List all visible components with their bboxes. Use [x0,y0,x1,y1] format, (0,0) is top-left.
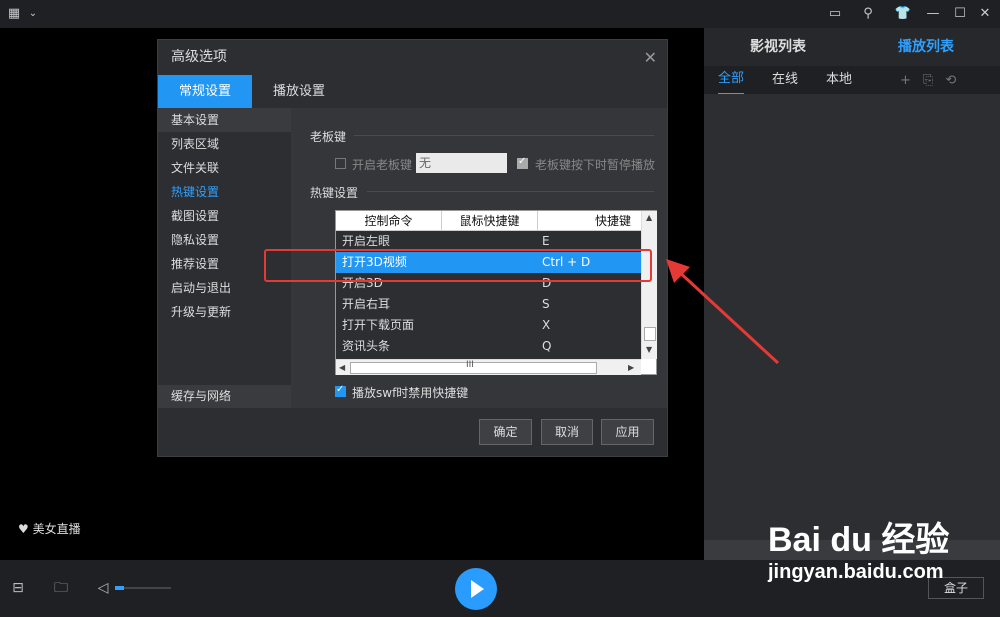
close-icon[interactable]: ✕ [976,5,994,23]
row-key: Q [542,339,552,353]
swf-checkbox[interactable] [335,384,346,397]
column-mouse[interactable]: 鼠标快捷键 [442,211,538,231]
apply-button[interactable]: 应用 [601,419,654,445]
toolbox-icon[interactable]: ⊟ [9,579,27,597]
table-row[interactable]: 开启右耳 S [336,294,641,315]
sidebar-item-cache[interactable]: 缓存与网络 [158,385,291,408]
column-shortcut[interactable]: 快捷键 [538,211,641,231]
tab-video-list[interactable]: 影视列表 [704,28,852,66]
subtab-online[interactable]: 在线 [772,66,798,94]
swf-label: 播放swf时禁用快捷键 [352,386,469,400]
tshirt-icon[interactable]: 👕 [894,5,912,23]
ok-button[interactable]: 确定 [479,419,532,445]
heart-icon: ♥ [18,522,29,536]
folder-icon[interactable]: 🗀 [52,579,70,597]
row-command: 打开下载页面 [342,318,415,332]
dialog-footer: 确定 取消 应用 [158,408,667,456]
boss-key-input[interactable]: 无 [416,153,507,173]
table-row[interactable]: 打开下载页面 X [336,315,641,336]
section-boss-key: 老板键 [310,130,347,144]
sidebar-item-basic[interactable]: 基本设置 [158,108,291,132]
cancel-button[interactable]: 取消 [541,419,593,445]
pause-checkbox[interactable] [517,156,528,169]
scroll-left-icon[interactable]: ◀ [339,363,345,372]
dialog-close-icon[interactable]: ✕ [644,40,657,75]
scroll-down-icon[interactable]: ▼ [646,345,652,354]
dialog-title: 高级选项 [171,49,227,65]
scroll-up-icon[interactable]: ▲ [646,213,652,222]
comment-icon[interactable]: ▭ [826,5,844,23]
row-key: S [542,297,550,311]
volume-level [115,586,124,590]
chevron-down-icon[interactable]: ⌄ [24,5,42,23]
boss-key-label: 开启老板键 [352,158,413,172]
watermark-logo: Bai du 经验 [768,521,950,559]
vertical-scroll-thumb[interactable] [644,327,656,341]
scroll-grip: III [466,360,474,370]
remove-file-icon[interactable]: ⎘ [923,73,933,88]
refresh-icon[interactable]: ⟲ [945,73,956,88]
row-command: 开启右耳 [342,297,391,311]
tab-play-list[interactable]: 播放列表 [852,28,1000,66]
beauty-live-link[interactable]: ♥ 美女直播 [18,520,81,537]
baidu-watermark: Bai du 经验 jingyan.baidu.com [768,512,949,584]
row-key: X [542,318,551,332]
horizontal-scroll-thumb[interactable]: III [350,360,597,374]
sidebar-item-screenshot[interactable]: 截图设置 [158,204,291,228]
maximize-icon[interactable]: ☐ [951,5,969,23]
title-bar: ▦ ⌄ ▭ ⚲ 👕 — ☐ ✕ [0,0,1000,28]
pause-label: 老板键按下时暂停播放 [535,158,656,172]
pin-icon[interactable]: ⚲ [859,5,877,23]
horizontal-scrollbar[interactable]: ◀ III ▶ [336,359,641,375]
sidebar-item-list[interactable]: 列表区域 [158,132,291,156]
advanced-options-dialog: 高级选项 ✕ 常规设置 播放设置 基本设置 列表区域 文件关联 热键设置 截图设… [157,39,668,457]
scroll-right-icon[interactable]: ▶ [628,363,634,372]
divider [354,135,654,136]
volume-icon[interactable]: ◁ [94,579,112,597]
row-command: 资讯头条 [342,339,391,353]
watermark-url: jingyan.baidu.com [768,561,944,583]
divider [367,191,654,192]
highlight-box [264,249,652,282]
table-header: 控制命令 鼠标快捷键 快捷键 [336,211,641,231]
table-row[interactable]: 资讯头条 Q [336,336,641,357]
subtab-all[interactable]: 全部 [718,65,745,95]
annotation-arrow-icon [666,259,780,365]
sidebar-item-hotkeys[interactable]: 热键设置 [158,180,291,204]
sidebar-item-file-assoc[interactable]: 文件关联 [158,156,291,180]
subtab-local[interactable]: 本地 [826,66,852,94]
column-command[interactable]: 控制命令 [336,211,442,231]
vertical-scrollbar[interactable]: ▲ ▼ [641,211,657,359]
section-hotkeys: 热键设置 [310,186,359,200]
tab-playback[interactable]: 播放设置 [252,75,346,108]
boss-key-checkbox[interactable] [335,158,346,169]
hotkey-table: 控制命令 鼠标快捷键 快捷键 开启左眼 E 打开3D视频 Ctrl + D 开启3D… [335,210,657,375]
minimize-icon[interactable]: — [924,5,942,23]
add-icon[interactable]: + [900,73,911,88]
sidebar-item-update[interactable]: 升级与更新 [158,300,291,324]
beauty-live-label: 美女直播 [32,522,81,536]
tab-general[interactable]: 常规设置 [158,75,252,108]
layout-icon[interactable]: ▦ [5,5,23,23]
play-button[interactable] [455,568,497,610]
